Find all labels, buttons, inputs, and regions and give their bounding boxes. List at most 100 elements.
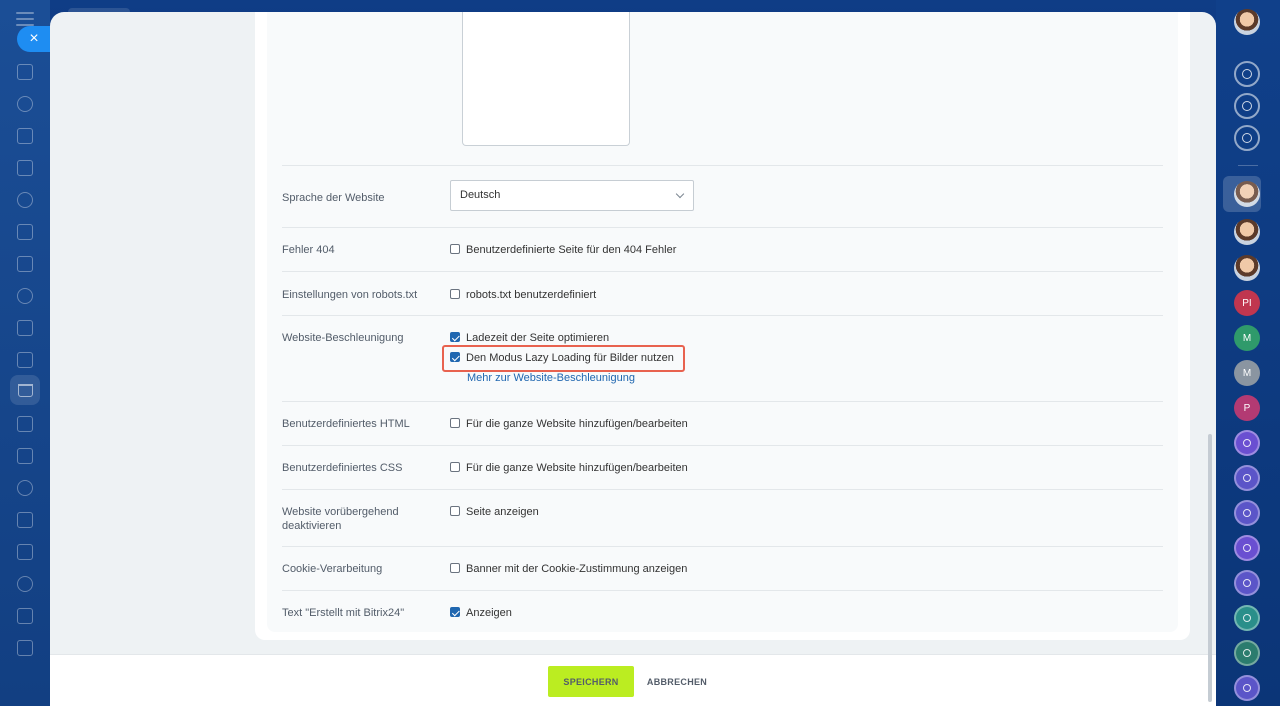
app-glyph-icon bbox=[1243, 614, 1251, 622]
contact-initials-avatar[interactable]: PI bbox=[1234, 290, 1260, 316]
app-glyph-icon bbox=[1243, 509, 1251, 517]
documents-icon[interactable] bbox=[17, 192, 33, 208]
row-made-with: Text "Erstellt mit Bitrix24" Anzeigen bbox=[282, 590, 1163, 632]
row-deactivate: Website vorübergehend deaktivieren Seite… bbox=[282, 489, 1163, 546]
custom-html-option[interactable]: Für die ganze Website hinzufügen/bearbei… bbox=[450, 417, 688, 431]
crm-icon[interactable] bbox=[17, 96, 33, 112]
row-language: Sprache der Website Deutsch bbox=[282, 165, 1163, 227]
acceleration-help-link[interactable]: Mehr zur Website-Beschleunigung bbox=[467, 372, 674, 384]
box-icon[interactable] bbox=[17, 512, 33, 528]
row-cookies: Cookie-Verarbeitung Banner mit der Cooki… bbox=[282, 546, 1163, 590]
feed-icon[interactable] bbox=[17, 224, 33, 240]
contact-initials-avatar[interactable]: P bbox=[1234, 395, 1260, 421]
option-text: Für die ganze Website hinzufügen/bearbei… bbox=[466, 462, 688, 474]
sidebar-divider bbox=[1238, 165, 1258, 166]
checklist-icon[interactable] bbox=[17, 320, 33, 336]
app-chat-icon[interactable] bbox=[1234, 500, 1260, 526]
favicon-preview-box[interactable] bbox=[462, 12, 630, 146]
board-icon[interactable] bbox=[17, 256, 33, 272]
left-sidebar: × bbox=[0, 0, 51, 706]
option-text: Für die ganze Website hinzufügen/bearbei… bbox=[466, 418, 688, 430]
row-robots: Einstellungen von robots.txt robots.txt … bbox=[282, 271, 1163, 315]
row-label: Fehler 404 bbox=[282, 244, 335, 256]
app-glyph-icon bbox=[1243, 684, 1251, 692]
row-label: Benutzerdefiniertes HTML bbox=[282, 418, 410, 430]
cookies-checkbox[interactable] bbox=[450, 563, 460, 573]
selected-contact-highlight bbox=[1223, 176, 1261, 212]
app-chat-icon[interactable] bbox=[1234, 675, 1260, 701]
save-button[interactable]: SPEICHERN bbox=[548, 666, 634, 697]
chat-icon[interactable] bbox=[17, 544, 33, 560]
sign-icon[interactable] bbox=[17, 480, 33, 496]
error404-option[interactable]: Benutzerdefinierte Seite für den 404 Feh… bbox=[450, 243, 676, 257]
row-custom-css: Benutzerdefiniertes CSS Für die ganze We… bbox=[282, 445, 1163, 489]
robots-option[interactable]: robots.txt benutzerdefiniert bbox=[450, 288, 596, 302]
contacts-icon[interactable] bbox=[17, 160, 33, 176]
cookies-option[interactable]: Banner mit der Cookie-Zustimmung anzeige… bbox=[450, 562, 687, 576]
custom-css-checkbox[interactable] bbox=[450, 462, 460, 472]
right-sidebar: PI M M P bbox=[1216, 0, 1280, 706]
app-chat-icon[interactable] bbox=[1234, 570, 1260, 596]
contact-initials-avatar[interactable]: M bbox=[1234, 325, 1260, 351]
copilot-icon[interactable] bbox=[1234, 93, 1260, 119]
contact-avatar-2[interactable] bbox=[1234, 219, 1260, 245]
chevron-down-icon bbox=[675, 189, 685, 199]
user-avatar[interactable] bbox=[1234, 9, 1260, 35]
option-text: Anzeigen bbox=[466, 607, 512, 619]
option-text: robots.txt benutzerdefiniert bbox=[466, 289, 597, 301]
notifications-icon[interactable] bbox=[1234, 61, 1260, 87]
analytics-icon[interactable] bbox=[17, 352, 33, 368]
marketing-icon[interactable] bbox=[17, 448, 33, 464]
app-chat-icon[interactable] bbox=[1234, 465, 1260, 491]
menu-icon[interactable] bbox=[16, 12, 34, 26]
language-select-value: Deutsch bbox=[460, 189, 501, 201]
option-text: Benutzerdefinierte Seite für den 404 Feh… bbox=[466, 244, 677, 256]
row-acceleration: Website-Beschleunigung Ladezeit der Seit… bbox=[282, 315, 1163, 401]
more-icon[interactable] bbox=[17, 640, 33, 656]
contact-initials-avatar[interactable]: M bbox=[1234, 360, 1260, 386]
smile-icon[interactable] bbox=[17, 608, 33, 624]
made-with-option[interactable]: Anzeigen bbox=[450, 606, 512, 620]
option-text: Seite anzeigen bbox=[466, 506, 539, 518]
app-chat-icon[interactable] bbox=[1234, 430, 1260, 456]
row-label: Sprache der Website bbox=[282, 192, 385, 204]
row-label: Benutzerdefiniertes CSS bbox=[282, 462, 403, 474]
deactivate-checkbox[interactable] bbox=[450, 506, 460, 516]
app-glyph-icon bbox=[1243, 439, 1251, 447]
app-glyph-icon bbox=[1243, 649, 1251, 657]
custom-html-checkbox[interactable] bbox=[450, 418, 460, 428]
annotation-highlight-box bbox=[442, 345, 685, 372]
row-label: Einstellungen von robots.txt bbox=[282, 289, 418, 301]
row-label: Website vorübergehend deaktivieren bbox=[282, 506, 399, 532]
filter-icon[interactable] bbox=[17, 416, 33, 432]
language-select[interactable]: Deutsch bbox=[450, 180, 694, 211]
settings-form: Sprache der Website Deutsch Fehler 404 B… bbox=[267, 12, 1178, 632]
row-label: Website-Beschleunigung bbox=[282, 332, 404, 344]
robots-checkbox[interactable] bbox=[450, 289, 460, 299]
scrollbar[interactable] bbox=[1208, 434, 1212, 702]
group-icon[interactable] bbox=[17, 576, 33, 592]
home-icon[interactable] bbox=[17, 64, 33, 80]
app-chat-icon[interactable] bbox=[1234, 605, 1260, 631]
app-glyph-icon bbox=[1243, 544, 1251, 552]
optimize-load-time-option[interactable]: Ladezeit der Seite optimieren bbox=[450, 331, 674, 345]
calendar-icon[interactable] bbox=[17, 288, 33, 304]
messages-icon[interactable] bbox=[1234, 125, 1260, 151]
tasks-icon[interactable] bbox=[17, 128, 33, 144]
error404-checkbox[interactable] bbox=[450, 244, 460, 254]
option-text: Banner mit der Cookie-Zustimmung anzeige… bbox=[466, 563, 688, 575]
app-glyph-icon bbox=[1243, 579, 1251, 587]
contact-avatar-3[interactable] bbox=[1234, 255, 1260, 281]
row-custom-html: Benutzerdefiniertes HTML Für die ganze W… bbox=[282, 401, 1163, 445]
custom-css-option[interactable]: Für die ganze Website hinzufügen/bearbei… bbox=[450, 461, 688, 475]
cancel-button[interactable]: ABBRECHEN bbox=[640, 666, 714, 697]
form-footer: SPEICHERN ABBRECHEN bbox=[50, 654, 1216, 706]
deactivate-option[interactable]: Seite anzeigen bbox=[450, 505, 539, 519]
app-chat-icon[interactable] bbox=[1234, 535, 1260, 561]
shop-icon[interactable] bbox=[10, 375, 40, 405]
app-chat-icon[interactable] bbox=[1234, 640, 1260, 666]
option-text: Ladezeit der Seite optimieren bbox=[466, 332, 610, 344]
close-slider-button[interactable]: × bbox=[17, 26, 51, 52]
made-with-checkbox[interactable] bbox=[450, 607, 460, 617]
optimize-load-time-checkbox[interactable] bbox=[450, 332, 460, 342]
